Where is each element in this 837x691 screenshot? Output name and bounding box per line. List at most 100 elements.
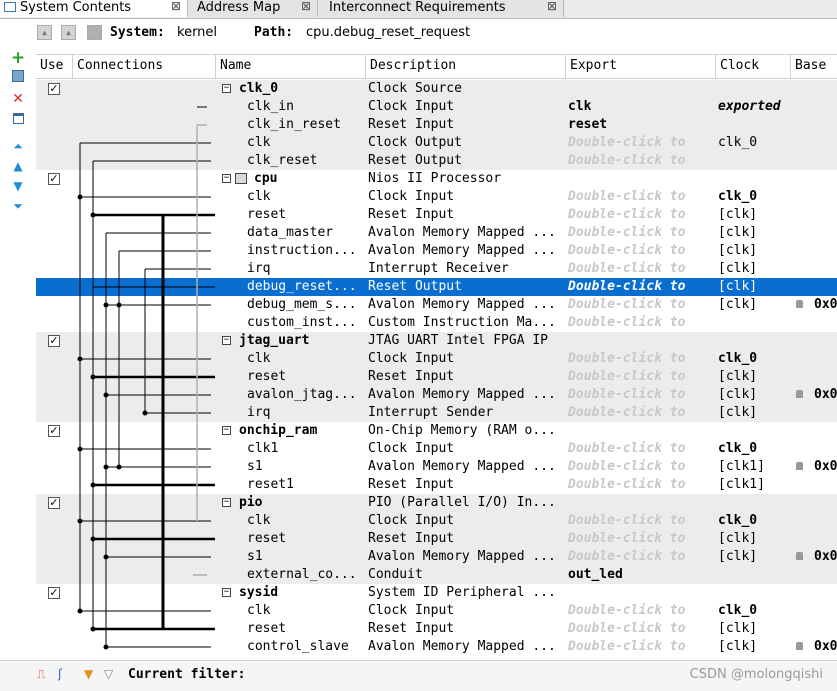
connections-diagram[interactable] [73, 80, 216, 659]
name-cell[interactable]: clk_in_reset [247, 116, 367, 134]
collapse-icon[interactable]: − [222, 588, 231, 597]
base-cell[interactable] [814, 242, 837, 260]
lock-icon[interactable] [796, 462, 803, 470]
export-cell[interactable]: Double-click to [568, 260, 714, 278]
clock-cell[interactable] [718, 494, 790, 512]
clock-cell[interactable]: [clk] [718, 242, 790, 260]
clock-connection-dot[interactable] [77, 518, 83, 524]
export-cell[interactable]: Double-click to [568, 512, 714, 530]
clock-cell[interactable]: [clk] [718, 638, 790, 656]
base-cell[interactable] [814, 584, 837, 602]
name-cell[interactable]: clk_0 [239, 80, 359, 98]
lock-icon[interactable] [796, 390, 803, 398]
base-cell[interactable] [814, 368, 837, 386]
clock-cell[interactable] [718, 584, 790, 602]
clock-cell[interactable]: clk_0 [718, 134, 790, 152]
name-cell[interactable]: pio [239, 494, 359, 512]
export-cell[interactable]: Double-click to [568, 278, 714, 296]
filter-sync-icon[interactable]: ʃ [58, 667, 62, 681]
base-cell[interactable] [814, 80, 837, 98]
name-cell[interactable]: reset [247, 620, 367, 638]
add-icon[interactable]: + [10, 50, 26, 67]
avalon-connection-dot[interactable] [103, 302, 109, 308]
close-icon[interactable]: ⊠ [301, 0, 311, 14]
column-header-export[interactable]: Export [566, 55, 716, 79]
base-cell[interactable] [814, 224, 837, 242]
close-icon[interactable]: ⊠ [547, 0, 557, 14]
base-cell[interactable] [814, 332, 837, 350]
name-cell[interactable]: avalon_jtag... [247, 386, 367, 404]
collapse-icon[interactable]: − [222, 84, 231, 93]
name-cell[interactable]: clk [247, 350, 367, 368]
clock-cell[interactable]: clk_0 [718, 602, 790, 620]
export-cell[interactable] [568, 584, 714, 602]
export-cell[interactable]: Double-click to [568, 620, 714, 638]
export-cell[interactable]: Double-click to [568, 350, 714, 368]
use-checkbox[interactable]: ✓ [48, 173, 60, 185]
name-cell[interactable]: clk [247, 512, 367, 530]
use-checkbox[interactable]: ✓ [48, 335, 60, 347]
clock-cell[interactable]: clk_0 [718, 350, 790, 368]
name-cell[interactable]: clk1 [247, 440, 367, 458]
name-cell[interactable]: instruction... [247, 242, 367, 260]
name-cell[interactable]: cpu [254, 170, 374, 188]
edit-icon[interactable] [10, 112, 26, 128]
base-cell[interactable] [814, 350, 837, 368]
clock-cell[interactable] [718, 566, 790, 584]
avalon-connection-dot[interactable] [103, 644, 109, 650]
base-cell[interactable] [814, 314, 837, 332]
duplicate-icon[interactable] [10, 70, 26, 86]
base-cell[interactable]: 0x0 [814, 548, 837, 566]
column-header-clock[interactable]: Clock [716, 55, 791, 79]
base-cell[interactable] [814, 602, 837, 620]
name-cell[interactable]: onchip_ram [239, 422, 359, 440]
clock-cell[interactable]: [clk] [718, 260, 790, 278]
export-cell[interactable]: Double-click to [568, 296, 714, 314]
base-cell[interactable] [814, 152, 837, 170]
column-header-name[interactable]: Name [216, 55, 366, 79]
clock-cell[interactable]: clk_0 [718, 188, 790, 206]
clock-connection-dot[interactable] [77, 608, 83, 614]
collapse-icon[interactable]: − [222, 426, 231, 435]
export-cell[interactable]: Double-click to [568, 134, 714, 152]
export-cell[interactable]: Double-click to [568, 602, 714, 620]
column-header-connections[interactable]: Connections [73, 55, 216, 79]
base-cell[interactable] [814, 98, 837, 116]
base-cell[interactable] [814, 116, 837, 134]
name-cell[interactable]: external_co... [247, 566, 367, 584]
base-cell[interactable] [814, 512, 837, 530]
avalon-connection-dot[interactable] [116, 302, 122, 308]
name-cell[interactable]: clk [247, 602, 367, 620]
export-cell[interactable]: Double-click to [568, 638, 714, 656]
clock-cell[interactable]: [clk] [718, 404, 790, 422]
export-cell[interactable]: Double-click to [568, 548, 714, 566]
clock-cell[interactable]: [clk] [718, 530, 790, 548]
export-cell[interactable] [568, 170, 714, 188]
name-cell[interactable]: debug_reset... [247, 278, 367, 296]
export-cell[interactable]: Double-click to [568, 530, 714, 548]
clock-cell[interactable] [718, 170, 790, 188]
column-header-base[interactable]: Base [791, 55, 837, 79]
clock-connection-dot[interactable] [77, 194, 83, 200]
base-cell[interactable] [814, 566, 837, 584]
name-cell[interactable]: irq [247, 260, 367, 278]
clock-cell[interactable]: [clk] [718, 620, 790, 638]
export-cell[interactable] [568, 494, 714, 512]
go-up-button[interactable]: ▲ [61, 25, 76, 40]
export-cell[interactable]: Double-click to [568, 206, 714, 224]
export-cell[interactable]: Double-click to [568, 404, 714, 422]
avalon-connection-dot[interactable] [116, 464, 122, 470]
go-top-button[interactable]: ▲ [37, 25, 52, 40]
export-cell[interactable]: out_led [568, 566, 714, 584]
avalon-connection-dot[interactable] [103, 392, 109, 398]
lock-icon[interactable] [796, 300, 803, 308]
clock-connection-dot[interactable] [77, 446, 83, 452]
export-cell[interactable] [568, 80, 714, 98]
move-up-icon[interactable]: ▲ [10, 158, 26, 174]
clock-cell[interactable]: [clk1] [718, 476, 790, 494]
export-cell[interactable]: Double-click to [568, 440, 714, 458]
name-cell[interactable]: sysid [239, 584, 359, 602]
name-cell[interactable]: custom_inst... [247, 314, 367, 332]
export-cell[interactable]: reset [568, 116, 714, 134]
export-cell[interactable] [568, 332, 714, 350]
